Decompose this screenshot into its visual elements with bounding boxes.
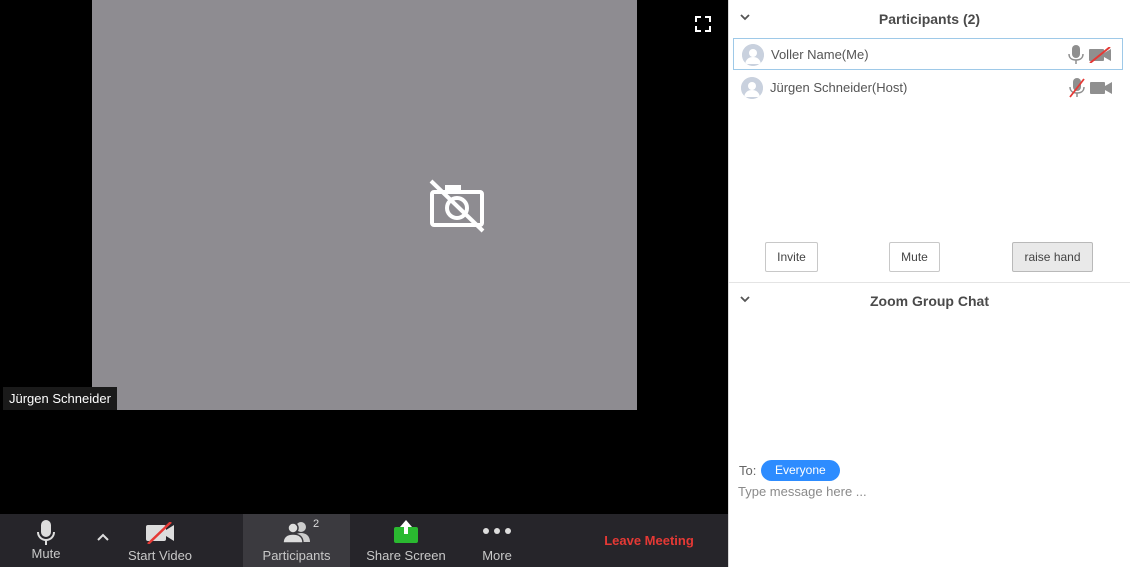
more-button[interactable]: More [470, 514, 524, 567]
microphone-muted-icon[interactable] [1069, 78, 1085, 98]
participant-name: Voller Name(Me) [771, 47, 869, 62]
mute-label: Mute [31, 546, 61, 561]
chevron-up-icon [97, 533, 109, 541]
invite-button[interactable]: Invite [765, 242, 818, 272]
participant-row-me[interactable]: Voller Name(Me) [733, 38, 1123, 70]
chat-panel-title: Zoom Group Chat [870, 293, 989, 309]
user-avatar-icon [741, 77, 763, 99]
video-camera-off-icon [146, 522, 174, 544]
chat-message-input[interactable] [738, 481, 1118, 501]
video-area: Jürgen Schneider [0, 0, 728, 514]
raise-hand-button[interactable]: raise hand [1012, 242, 1093, 272]
participants-icon [281, 522, 310, 544]
avatar [741, 77, 763, 99]
video-camera-icon[interactable] [1089, 80, 1113, 96]
mute-participant-button[interactable]: Mute [889, 242, 940, 272]
chat-to-label: To: [739, 463, 757, 478]
share-screen-icon [394, 520, 418, 543]
fullscreen-icon[interactable] [694, 15, 712, 33]
microphone-icon[interactable] [1068, 45, 1084, 65]
microphone-icon [37, 520, 55, 545]
participants-label: Participants [262, 548, 331, 563]
panel-divider [729, 282, 1130, 283]
share-screen-button[interactable]: Share Screen [362, 514, 450, 567]
share-screen-label: Share Screen [366, 548, 446, 563]
start-video-label: Start Video [127, 548, 193, 563]
participants-count-badge: 2 [313, 518, 320, 530]
participants-panel-title: Participants (2) [878, 11, 981, 27]
camera-off-icon [429, 179, 485, 233]
zoom-meeting-window: Jürgen Schneider Mute Start Video 2 Part… [0, 0, 1130, 567]
participant-row-host[interactable]: Jürgen Schneider(Host) [733, 72, 1123, 104]
sidebar: Participants (2) Voller Name(Me) Jürgen … [728, 0, 1130, 567]
start-video-button[interactable]: Start Video [124, 514, 196, 567]
more-dots-icon [483, 528, 511, 534]
user-avatar-icon [742, 44, 764, 66]
chat-recipient-dropdown[interactable]: Everyone [761, 460, 840, 481]
video-off-icon[interactable] [1088, 47, 1112, 63]
avatar [742, 44, 764, 66]
leave-meeting-button[interactable]: Leave Meeting [590, 514, 708, 567]
participants-button[interactable]: 2 Participants [243, 514, 350, 567]
meeting-toolbar: Mute Start Video 2 Participants Share Sc… [0, 514, 728, 567]
mute-button[interactable]: Mute [20, 514, 72, 567]
participant-name: Jürgen Schneider(Host) [770, 80, 908, 95]
audio-options-caret[interactable] [90, 514, 116, 567]
more-label: More [482, 548, 512, 563]
video-tile[interactable] [92, 0, 637, 410]
participant-name-tag: Jürgen Schneider [3, 387, 117, 410]
